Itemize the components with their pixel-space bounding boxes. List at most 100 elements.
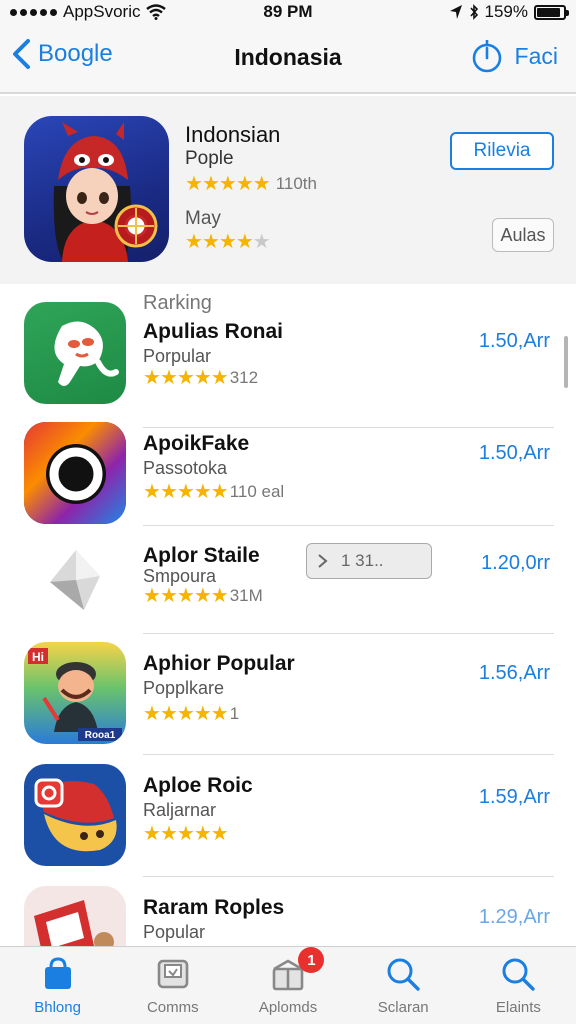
star-icon: ★	[176, 585, 195, 607]
star-icon: ★	[143, 585, 161, 607]
color-swirl-icon	[24, 422, 126, 524]
star-icon: ★	[193, 823, 212, 845]
app-rating-row: ★ ★ ★ ★ ★ 110 eal	[143, 482, 284, 502]
app-icon	[24, 302, 126, 404]
star-icon: ★	[235, 173, 254, 195]
featured-month-label: May	[185, 208, 221, 229]
search-icon	[387, 958, 420, 991]
tray-icon	[157, 959, 189, 989]
diamond-icon	[50, 550, 100, 610]
row-divider	[143, 633, 554, 634]
bag-icon	[44, 957, 71, 989]
app-category: Raljarnar	[143, 800, 217, 820]
row-divider	[143, 525, 554, 526]
star-icon: ★	[143, 367, 161, 389]
price-button[interactable]: 1.50,Arr	[479, 330, 550, 353]
app-category: Porpular	[143, 346, 212, 366]
status-right: 159%	[449, 2, 569, 22]
tab-aplomds[interactable]: Aplomds 1	[230, 947, 345, 1024]
star-icon: ★	[218, 173, 237, 195]
star-icon: ★	[159, 823, 178, 845]
star-icon: ★	[193, 585, 212, 607]
star-rating: ★ ★ ★ ★ ★	[143, 703, 229, 725]
star-rating: ★ ★ ★ ★ ★	[143, 367, 229, 389]
rating-count: 110 eal	[229, 482, 285, 501]
star-icon: ★	[185, 173, 203, 195]
price-button[interactable]: 1.50,Arr	[479, 442, 550, 465]
icon-badge-text: Hi	[32, 650, 44, 664]
battery-icon	[534, 4, 569, 20]
featured-app-subtitle: Pople	[185, 148, 234, 169]
star-icon: ★	[185, 231, 203, 253]
star-rating: ★ ★ ★ ★ ★	[185, 173, 271, 195]
featured-rating-row: ★ ★ ★ ★ ★ 110th	[185, 174, 317, 194]
notification-badge: 1	[298, 947, 325, 973]
row-divider	[143, 876, 554, 877]
list-item[interactable]: Hi Rooa1 Aphior Popular Popplkare ★ ★ ★ ★ ★ …	[0, 642, 576, 758]
price-button[interactable]: 1.56,Arr	[479, 662, 550, 685]
rating-count: 312	[229, 368, 259, 387]
rating-count: 110th	[275, 174, 317, 193]
download-progress-pill[interactable]: 1 31..	[306, 543, 432, 579]
location-icon	[449, 5, 462, 19]
list-item[interactable]: ApoikFake Passotoka ★ ★ ★ ★ ★ 110 eal 1.50,A…	[0, 420, 576, 536]
star-icon: ★	[210, 367, 229, 389]
star-icon: ★	[210, 823, 229, 845]
app-name: Aplor Staile	[143, 544, 260, 567]
rating-count: 1	[229, 704, 240, 723]
star-icon: ★	[210, 585, 229, 607]
list-item[interactable]: Apulias Ronai Porpular ★ ★ ★ ★ ★ 312 1.50,Ar…	[0, 300, 576, 428]
price-button[interactable]: 1.20,0rr	[481, 552, 550, 575]
icon-bottom-text: Rooa1	[85, 730, 116, 741]
battery-percent: 159%	[484, 2, 528, 21]
price-button[interactable]: 1.29,Arr	[479, 906, 550, 929]
hero-character-icon: Hi Rooa1	[28, 648, 122, 741]
ghost-mascot-icon	[54, 321, 119, 386]
star-rating: ★ ★ ★ ★ ★	[185, 231, 271, 253]
featured-rating-row-2: ★ ★ ★ ★ ★	[185, 231, 271, 253]
app-category: Popular	[143, 922, 206, 942]
featured-app-icon[interactable]	[24, 116, 169, 262]
tab-elaints[interactable]: Elaints	[461, 947, 576, 1024]
tab-bhlong[interactable]: Bhlong	[0, 947, 115, 1024]
app-name: Aploe Roic	[143, 774, 253, 797]
tab-comms[interactable]: Comms	[115, 947, 230, 1024]
search-icon	[502, 958, 536, 991]
navigation-bar: Boogle Indonasia Faci	[0, 26, 576, 94]
star-icon: ★	[252, 231, 271, 253]
star-icon: ★	[210, 703, 229, 725]
featured-app-title: Indonsian	[185, 122, 281, 147]
featured-secondary-button[interactable]: Aulas	[492, 218, 554, 252]
featured-primary-button[interactable]: Rilevia	[450, 132, 554, 170]
nav-right-button[interactable]: Faci	[471, 38, 558, 74]
rating-count: 31M	[229, 586, 263, 605]
app-rating-row: ★ ★ ★ ★ ★ 1	[143, 704, 239, 724]
star-rating: ★ ★ ★ ★ ★	[143, 823, 229, 845]
star-icon: ★	[176, 481, 195, 503]
status-bar: AppSvoric 89 PM 159%	[0, 0, 576, 26]
tab-sclaran[interactable]: Sclaran	[346, 947, 461, 1024]
row-divider	[143, 754, 554, 755]
star-icon: ★	[193, 703, 212, 725]
star-icon: ★	[193, 367, 212, 389]
app-name: ApoikFake	[143, 432, 250, 455]
list-item[interactable]: Aplor Staile Smpoura ★ ★ ★ ★ ★ 31M 1.20,0rr	[0, 530, 576, 646]
star-icon: ★	[176, 703, 195, 725]
star-icon: ★	[143, 703, 161, 725]
star-icon: ★	[159, 481, 178, 503]
app-category: Passotoka	[143, 458, 228, 478]
star-icon: ★	[159, 585, 178, 607]
app-icon	[24, 530, 126, 632]
star-icon: ★	[176, 367, 195, 389]
star-icon: ★	[235, 231, 254, 253]
list-item[interactable]: Aploe Roic Raljarnar ★ ★ ★ ★ ★ 1.59,Arr	[0, 764, 576, 880]
progress-label: 1 31..	[341, 551, 384, 570]
star-icon: ★	[176, 823, 195, 845]
star-icon: ★	[201, 231, 220, 253]
featured-app-card[interactable]: Indonsian Pople ★ ★ ★ ★ ★ 110th May ★ ★ ★ ★ ★ Ri…	[0, 96, 576, 284]
price-button[interactable]: 1.59,Arr	[479, 786, 550, 809]
timer-icon	[472, 40, 501, 73]
nav-right-label: Faci	[514, 42, 558, 69]
star-icon: ★	[193, 481, 212, 503]
app-icon: Hi Rooa1	[24, 642, 126, 744]
